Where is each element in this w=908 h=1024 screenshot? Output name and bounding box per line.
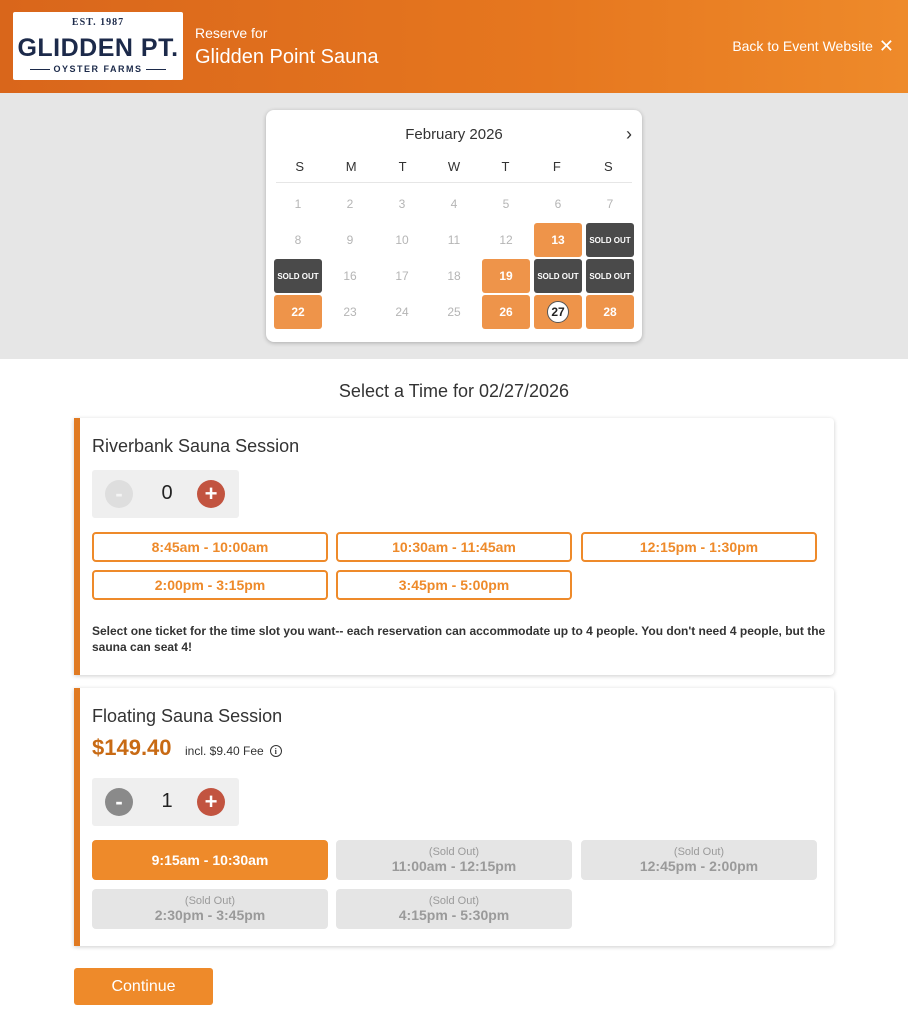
time-slot-label: 4:15pm - 5:30pm (398, 907, 510, 924)
calendar-day-sold-out: SOLD OUT (274, 259, 322, 293)
calendar-day: 6 (554, 197, 562, 211)
calendar-day-sold-out: SOLD OUT (534, 259, 582, 293)
calendar-day-sold-out: SOLD OUT (586, 223, 634, 257)
date-calendar: February 2026 › SMTWTFS 1 2 3 4 5 6 7 8 9 10 11 12 1… (266, 110, 642, 342)
fee-label: incl. $9.40 Fee (185, 744, 264, 758)
weekday-label: W (447, 159, 461, 174)
decrement-button[interactable]: - (105, 480, 133, 508)
calendar-day[interactable]: 13 (534, 223, 582, 257)
selected-day-marker: 27 (547, 301, 569, 323)
logo-sub: OYSTER FARMS (13, 64, 183, 74)
calendar-day: 1 (294, 197, 302, 211)
session-price: $149.40 (92, 735, 172, 760)
weekday-label: M (345, 159, 357, 174)
calendar-day: 11 (447, 233, 461, 247)
weekday-label: F (552, 159, 561, 174)
back-to-event-label: Back to Event Website (732, 38, 873, 54)
time-slot-sold-out: (Sold Out) 12:45pm - 2:00pm (581, 840, 817, 880)
sold-out-label: (Sold Out) (428, 894, 480, 907)
session-note: Select one ticket for the time slot you … (92, 624, 826, 654)
info-icon[interactable]: i (269, 745, 282, 757)
reserve-for-label: Reserve for (195, 25, 268, 41)
weekday-label: S (295, 159, 305, 174)
close-icon: ✕ (878, 36, 894, 56)
sold-out-label: (Sold Out) (184, 894, 236, 907)
time-slot-label: 11:00am - 12:15pm (391, 858, 517, 875)
calendar-day: 12 (499, 233, 513, 247)
calendar-day: 8 (294, 233, 302, 247)
time-slot-label: 2:30pm - 3:45pm (154, 907, 266, 924)
continue-button[interactable]: Continue (74, 968, 213, 1005)
time-slot-label: 12:45pm - 2:00pm (639, 858, 759, 875)
time-slot-button[interactable]: 3:45pm - 5:00pm (336, 570, 572, 600)
fee-note: incl. $9.40 Fee i (185, 744, 282, 758)
calendar-day: 24 (395, 305, 409, 319)
logo-est: EST. 1987 (71, 17, 125, 28)
calendar-day[interactable]: 26 (482, 295, 530, 329)
session-card-floating: Floating Sauna Session $149.40 incl. $9.… (74, 688, 834, 946)
calendar-day: 18 (447, 269, 461, 283)
calendar-day: 17 (395, 269, 409, 283)
time-slot-label: 3:45pm - 5:00pm (398, 577, 510, 593)
calendar-day: 9 (346, 233, 354, 247)
session-title: Riverbank Sauna Session (92, 436, 300, 456)
calendar-day[interactable]: 22 (274, 295, 322, 329)
session-card-riverbank: Riverbank Sauna Session - 0 + 8:45am - 1… (74, 418, 834, 675)
calendar-day: 25 (447, 305, 461, 319)
calendar-day: 10 (395, 233, 409, 247)
time-slot-label: 10:30am - 11:45am (392, 539, 516, 555)
quantity-value: 0 (161, 482, 173, 504)
calendar-day: 5 (502, 197, 510, 211)
back-to-event-link[interactable]: Back to Event Website ✕ (732, 36, 894, 56)
time-slot-button[interactable]: 12:15pm - 1:30pm (581, 532, 817, 562)
time-slot-button[interactable]: 10:30am - 11:45am (336, 532, 572, 562)
time-slot-sold-out: (Sold Out) 4:15pm - 5:30pm (336, 889, 572, 929)
brand-logo[interactable]: EST. 1987 GLIDDEN PT. OYSTER FARMS (13, 12, 183, 80)
calendar-day[interactable]: 28 (586, 295, 634, 329)
time-slot-sold-out: (Sold Out) 11:00am - 12:15pm (336, 840, 572, 880)
calendar-divider (276, 182, 632, 183)
sold-out-label: (Sold Out) (428, 845, 480, 858)
time-slot-label: 9:15am - 10:30am (151, 852, 269, 868)
calendar-day: 4 (450, 197, 458, 211)
time-slot-label: 12:15pm - 1:30pm (639, 539, 759, 555)
calendar-day: 7 (606, 197, 614, 211)
time-slot-label: 2:00pm - 3:15pm (154, 577, 266, 593)
calendar-month: February 2026 (405, 126, 503, 143)
logo-name: GLIDDEN PT. (17, 34, 179, 62)
session-title: Floating Sauna Session (92, 706, 283, 726)
time-slot-button[interactable]: 9:15am - 10:30am (92, 840, 328, 880)
time-slot-button[interactable]: 2:00pm - 3:15pm (92, 570, 328, 600)
select-time-title: Select a Time for 02/27/2026 (338, 381, 570, 401)
time-slot-button[interactable]: 8:45am - 10:00am (92, 532, 328, 562)
calendar-day: 3 (398, 197, 406, 211)
calendar-day: 16 (343, 269, 357, 283)
calendar-day: 2 (346, 197, 354, 211)
calendar-day: 23 (343, 305, 357, 319)
decrement-button[interactable]: - (105, 788, 133, 816)
quantity-value: 1 (161, 790, 173, 812)
venue-name: Glidden Point Sauna (195, 46, 379, 68)
sold-out-label: (Sold Out) (673, 845, 725, 858)
time-slot-label: 8:45am - 10:00am (151, 539, 269, 555)
chevron-right-icon[interactable]: › (626, 124, 632, 145)
weekday-label: T (501, 159, 510, 174)
calendar-day[interactable]: 19 (482, 259, 530, 293)
time-slot-sold-out: (Sold Out) 2:30pm - 3:45pm (92, 889, 328, 929)
calendar-day-sold-out: SOLD OUT (586, 259, 634, 293)
calendar-day-selected[interactable]: 27 (534, 295, 582, 329)
weekday-header: SMTWTFS (274, 159, 634, 174)
increment-button[interactable]: + (197, 480, 225, 508)
increment-button[interactable]: + (197, 788, 225, 816)
header-bar: EST. 1987 GLIDDEN PT. OYSTER FARMS Reser… (0, 0, 908, 93)
calendar-days: 1 2 3 4 5 6 7 8 9 10 11 12 13 SOLD OUT SOLD OUT 16 17 18 1… (274, 187, 635, 329)
quantity-stepper: - 0 + (92, 470, 239, 518)
quantity-stepper: - 1 + (92, 778, 239, 826)
weekday-label: T (398, 159, 407, 174)
weekday-label: S (603, 159, 613, 174)
